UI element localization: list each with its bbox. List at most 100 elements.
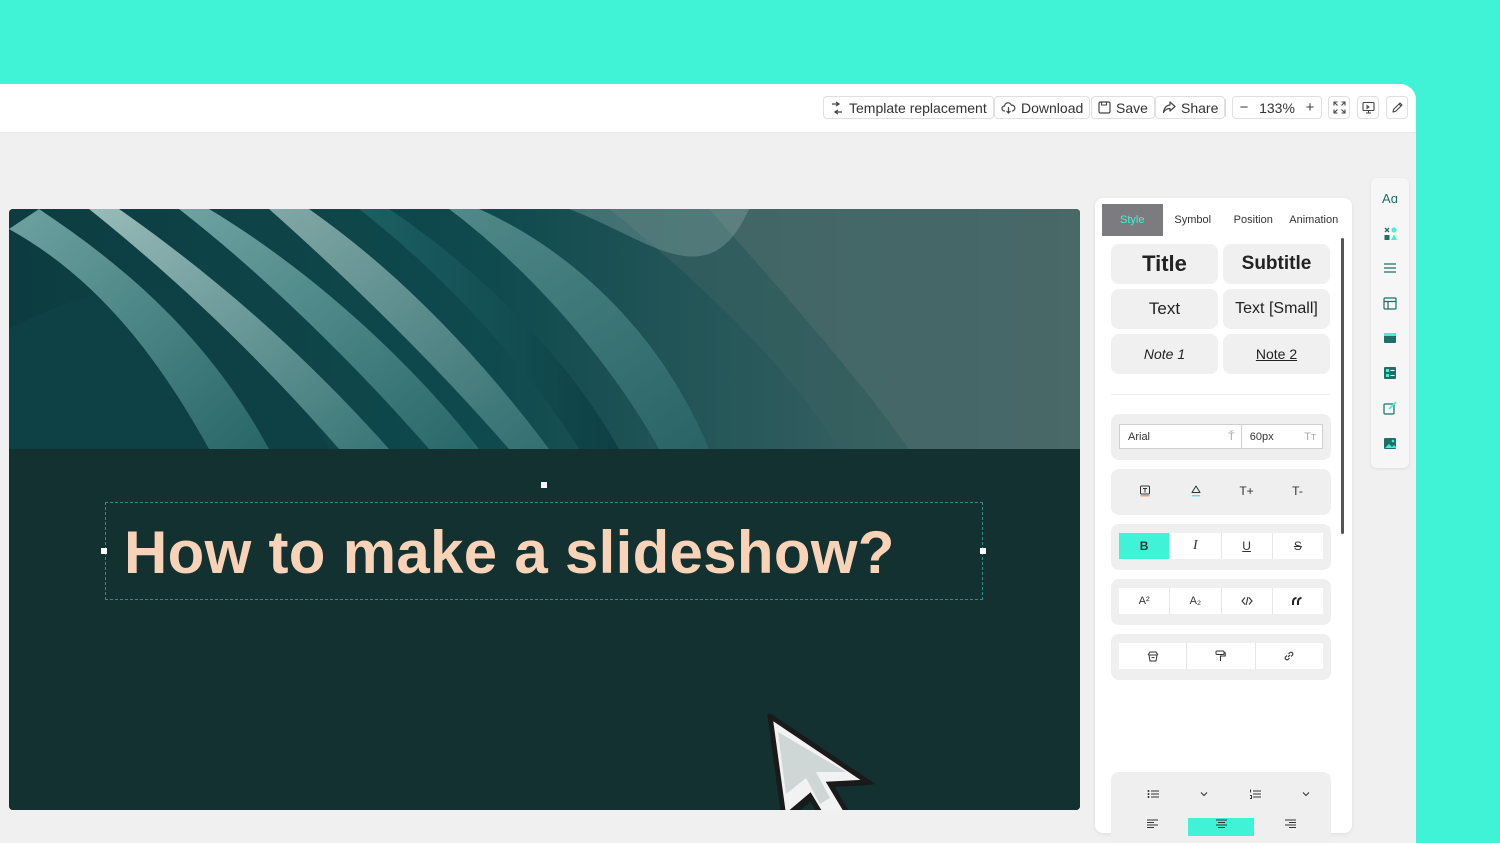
- save-button[interactable]: Save: [1091, 96, 1155, 119]
- font-family-value: Arial: [1128, 430, 1151, 443]
- layout-tool-button[interactable]: [1380, 293, 1400, 313]
- image-tool-button[interactable]: [1380, 433, 1400, 453]
- style-title-button[interactable]: Title: [1111, 244, 1218, 284]
- font-size-select[interactable]: 60px Tт: [1242, 425, 1322, 448]
- title-text-box[interactable]: How to make a slideshow?: [105, 502, 983, 600]
- align-right-icon: [1284, 819, 1296, 828]
- align-left-icon: [1146, 819, 1158, 828]
- slide-title[interactable]: How to make a slideshow?: [106, 503, 984, 601]
- mouse-pointer-icon: [767, 714, 876, 810]
- underline-button[interactable]: U: [1220, 533, 1272, 559]
- text-tool-button[interactable]: Aɑ: [1380, 188, 1400, 208]
- toolbar-divider: [1225, 99, 1226, 117]
- zoom-in-button[interactable]: +: [1304, 99, 1316, 116]
- numbered-list-dropdown[interactable]: [1289, 781, 1323, 807]
- image-icon: [1384, 437, 1396, 449]
- numbered-list-icon: [1250, 789, 1261, 799]
- share-button[interactable]: Share: [1155, 96, 1226, 119]
- template-replace-icon: [832, 100, 842, 115]
- tab-style[interactable]: Style: [1102, 204, 1163, 236]
- shapes-icon: [1384, 227, 1397, 240]
- annotate-tool-button[interactable]: [1380, 398, 1400, 418]
- rotate-handle[interactable]: [541, 482, 547, 488]
- slide-canvas[interactable]: How to make a slideshow?: [9, 209, 1080, 810]
- strikethrough-button[interactable]: S: [1271, 533, 1323, 559]
- increase-font-button[interactable]: T+: [1221, 478, 1272, 504]
- link-button[interactable]: [1254, 643, 1323, 669]
- card-icon: [1384, 333, 1396, 343]
- misc-format-group: [1111, 634, 1331, 680]
- style-text-small-button[interactable]: Text [Small]: [1223, 289, 1330, 329]
- script-group: A² A₂: [1111, 579, 1331, 625]
- quote-button[interactable]: [1271, 588, 1323, 614]
- edit-box-icon: [1382, 401, 1397, 415]
- panel-tabs: Style Symbol Position Animation: [1102, 204, 1344, 236]
- list-tool-button[interactable]: [1380, 258, 1400, 278]
- font-controls: Arial Ť 60px Tт: [1119, 424, 1323, 449]
- italic-button[interactable]: I: [1169, 533, 1220, 559]
- edit-button[interactable]: [1386, 96, 1408, 119]
- color-size-group: T+ T-: [1111, 469, 1331, 515]
- style-note2-button[interactable]: Note 2: [1223, 334, 1330, 374]
- zoom-out-button[interactable]: −: [1238, 99, 1250, 116]
- color-size-row: T+ T-: [1119, 478, 1323, 504]
- editor-window: Template replacement Download Save Share…: [0, 84, 1416, 843]
- download-button[interactable]: Download: [994, 96, 1091, 119]
- text-format-group: B I U S: [1111, 524, 1331, 570]
- zoom-level: 133%: [1259, 99, 1295, 116]
- pencil-icon: [1391, 102, 1403, 113]
- paint-roller-icon: [1215, 650, 1227, 661]
- template-replacement-button[interactable]: Template replacement: [823, 96, 994, 119]
- save-label: Save: [1116, 99, 1148, 116]
- link-icon: [1284, 651, 1294, 661]
- text-color-button[interactable]: [1119, 478, 1170, 504]
- tool-rail: Aɑ: [1371, 178, 1409, 468]
- script-row: A² A₂: [1119, 588, 1323, 614]
- misc-format-row: [1119, 643, 1323, 669]
- resize-handle-right[interactable]: [980, 548, 986, 554]
- font-family-select[interactable]: Arial Ť: [1120, 425, 1242, 448]
- code-button[interactable]: [1220, 588, 1272, 614]
- presentation-icon: [1361, 101, 1375, 114]
- quote-icon: [1292, 596, 1302, 605]
- list-row: [1119, 781, 1323, 807]
- resize-handle-left[interactable]: [101, 548, 107, 554]
- shapes-tool-button[interactable]: [1380, 223, 1400, 243]
- font-size-value: 60px: [1249, 430, 1274, 443]
- background-tool-button[interactable]: [1380, 328, 1400, 348]
- align-center-icon: [1215, 819, 1227, 828]
- bullet-list-button[interactable]: [1119, 781, 1187, 807]
- chevron-down-icon: [1200, 792, 1208, 797]
- bold-button[interactable]: B: [1119, 533, 1170, 559]
- template-replacement-label: Template replacement: [849, 99, 987, 116]
- eraser-icon: [1147, 651, 1159, 661]
- numbered-list-button[interactable]: [1221, 781, 1289, 807]
- format-panel: Style Symbol Position Animation Title Su…: [1095, 198, 1352, 843]
- subscript-button[interactable]: A₂: [1169, 588, 1220, 614]
- layout-icon: [1383, 296, 1397, 310]
- style-note1-button[interactable]: Note 1: [1111, 334, 1218, 374]
- tab-position[interactable]: Position: [1223, 204, 1284, 236]
- superscript-button[interactable]: A²: [1119, 588, 1169, 614]
- bullet-list-dropdown[interactable]: [1187, 781, 1221, 807]
- code-icon: [1240, 596, 1253, 606]
- style-text-button[interactable]: Text: [1111, 289, 1218, 329]
- font-size-icon: Tт: [1304, 430, 1316, 443]
- tab-animation[interactable]: Animation: [1284, 204, 1345, 236]
- bullet-list-icon: [1147, 790, 1159, 798]
- components-icon: [1384, 367, 1396, 379]
- text-icon: Aɑ: [1382, 190, 1398, 206]
- panel-scrollbar[interactable]: [1341, 238, 1344, 534]
- menu-lines-icon: [1384, 263, 1396, 273]
- components-tool-button[interactable]: [1380, 363, 1400, 383]
- tab-symbol[interactable]: Symbol: [1163, 204, 1224, 236]
- fill-color-button[interactable]: [1170, 478, 1221, 504]
- decrease-font-button[interactable]: T-: [1272, 478, 1323, 504]
- font-group: Arial Ť 60px Tт: [1111, 414, 1331, 460]
- save-icon: [1098, 101, 1111, 114]
- format-painter-button[interactable]: [1186, 643, 1254, 669]
- present-button[interactable]: [1357, 96, 1379, 119]
- clear-format-button[interactable]: [1119, 643, 1186, 669]
- style-subtitle-button[interactable]: Subtitle: [1223, 244, 1330, 284]
- fullscreen-button[interactable]: [1328, 96, 1350, 119]
